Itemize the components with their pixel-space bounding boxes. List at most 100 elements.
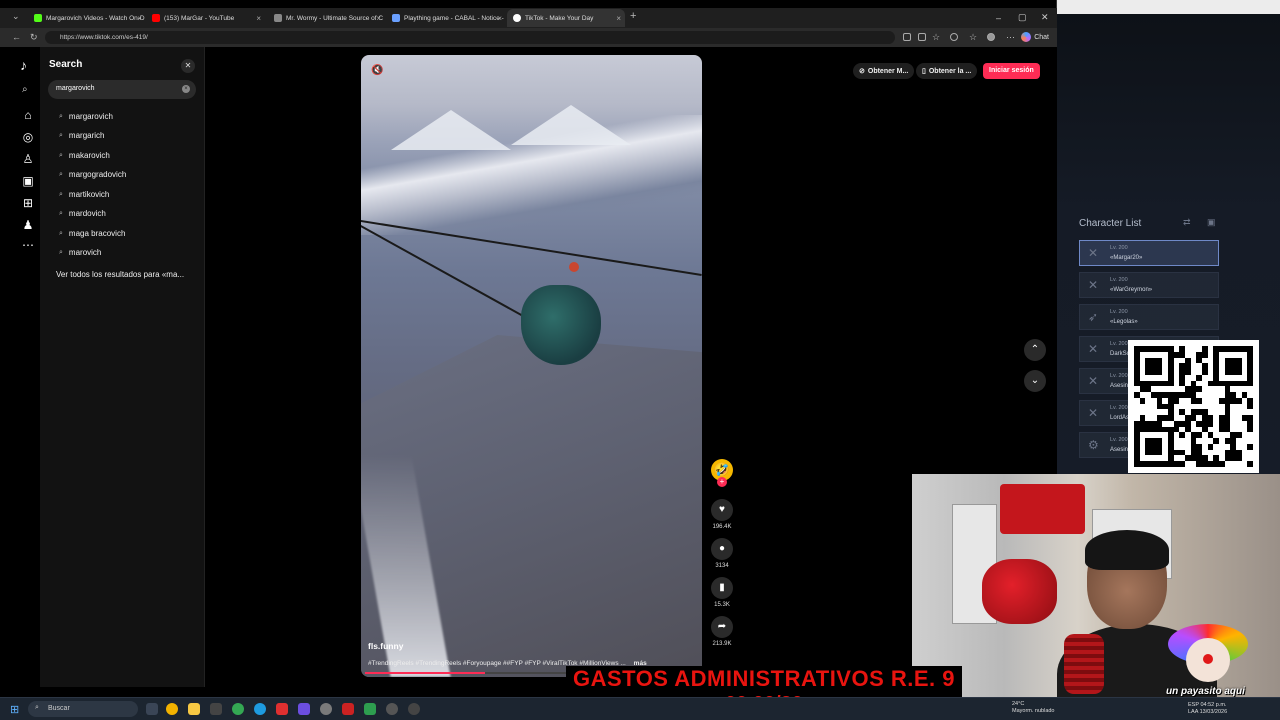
address-field[interactable]: https://www.tiktok.com/es-419/ <box>45 31 895 44</box>
follow-plus-icon[interactable]: + <box>717 477 727 487</box>
swap-icon[interactable]: ⇄ <box>1183 217 1191 228</box>
suggestion-item[interactable]: ⌕ mardovich <box>59 209 106 218</box>
save-button[interactable]: ▮ 15.3K <box>709 577 735 608</box>
store-icon[interactable] <box>210 703 222 715</box>
chat-label: Chat <box>1034 33 1049 41</box>
close-tab-icon[interactable]: × <box>256 14 261 23</box>
tiktok-logo-icon[interactable]: ♪ <box>20 57 27 73</box>
lock-icon[interactable]: ▣ <box>1207 217 1216 228</box>
more-menu-icon[interactable]: ⋯ <box>1006 32 1015 43</box>
goal-title: GASTOS ADMINISTRATIVOS R.E. 9 <box>572 666 956 691</box>
home-icon[interactable]: ⌂ <box>21 108 35 122</box>
search-icon[interactable]: ⌕ <box>22 84 28 95</box>
character-slot[interactable]: ✕ Lv. 200 «Margar20» <box>1079 240 1219 266</box>
copilot-chat-button[interactable]: Chat <box>1021 32 1049 42</box>
app-icon[interactable] <box>342 703 354 715</box>
close-tab-icon[interactable]: × <box>497 14 502 23</box>
suggestion-item[interactable]: ⌕ maga bracovich <box>59 229 125 238</box>
next-video-button[interactable]: ⌄ <box>1024 370 1046 392</box>
weather-widget[interactable]: 24°C Mayorm. nublado <box>1012 701 1055 715</box>
tab-cabal[interactable]: Plaything game - CABAL - Notice - × <box>386 9 506 27</box>
suggestion-item[interactable]: ⌕ martikovich <box>59 190 109 199</box>
taskbar-search[interactable]: ⌕ Buscar <box>28 701 138 717</box>
app-icon[interactable] <box>320 703 332 715</box>
video-player[interactable]: 🔇 fls.funny #TrendingReels #TrendingReel… <box>361 55 702 677</box>
discord-icon[interactable] <box>298 703 310 715</box>
favorite-star-icon[interactable]: ☆ <box>932 32 940 43</box>
read-aloud-icon[interactable] <box>918 33 926 41</box>
see-all-results-link[interactable]: Ver todos los resultados para «ma... <box>56 270 184 279</box>
explore-icon[interactable]: ◎ <box>21 130 35 144</box>
tab-youtube[interactable]: (153) MarGar - YouTube × <box>146 9 265 27</box>
share-button[interactable]: ➦ 213.9K <box>709 616 735 647</box>
obs-icon[interactable] <box>386 703 398 715</box>
upload-icon[interactable]: ⊞ <box>21 196 35 210</box>
app-icon[interactable] <box>408 703 420 715</box>
class-icon: ✕ <box>1088 374 1099 388</box>
profile-icon[interactable] <box>987 33 995 41</box>
extension-icon[interactable] <box>903 33 911 41</box>
previous-video-button[interactable]: ⌃ <box>1024 339 1046 361</box>
get-app-button[interactable]: ⊘ Obtener M... <box>853 63 915 79</box>
split-screen-icon[interactable] <box>950 33 958 41</box>
reload-icon[interactable]: ↻ <box>30 32 38 43</box>
app-icon[interactable] <box>166 703 178 715</box>
chrome-icon[interactable] <box>232 703 244 715</box>
heart-icon: ♥ <box>711 499 733 521</box>
get-desktop-app-button[interactable]: ▯ Obtener la ... <box>916 63 978 79</box>
close-window-icon[interactable]: ✕ <box>1041 12 1049 23</box>
close-icon[interactable]: ✕ <box>181 59 195 73</box>
tab-menu-icon[interactable]: ⌄ <box>12 11 20 22</box>
windows-start-icon[interactable]: ⊞ <box>10 703 19 716</box>
comment-button[interactable]: ● 3134 <box>709 538 735 569</box>
task-view-icon[interactable] <box>146 703 158 715</box>
suggestion-item[interactable]: ⌕ margarovich <box>59 112 113 121</box>
minimize-icon[interactable]: – <box>996 13 1001 23</box>
file-explorer-icon[interactable] <box>188 703 200 715</box>
share-count: 213.9K <box>712 641 732 647</box>
like-button[interactable]: ♥ 196.4K <box>709 499 735 530</box>
search-panel-title: Search <box>49 59 83 70</box>
close-tab-icon[interactable]: × <box>376 14 381 23</box>
suggestion-item[interactable]: ⌕ margarich <box>59 131 105 140</box>
suggestion-label: martikovich <box>68 190 110 199</box>
search-input[interactable]: margarovich × <box>48 80 196 99</box>
get-app-label: Obtener M... <box>867 67 909 75</box>
live-icon[interactable]: ▣ <box>21 174 35 188</box>
login-button[interactable]: Iniciar sesión <box>983 63 1040 79</box>
suggestion-label: maga bracovich <box>68 229 126 238</box>
suggestion-item[interactable]: ⌕ marovich <box>59 248 101 257</box>
following-icon[interactable]: ♙ <box>21 152 35 166</box>
new-tab-icon[interactable]: + <box>630 10 636 22</box>
favorites-icon[interactable]: ☆ <box>969 32 977 43</box>
character-slot[interactable]: ✕ Lv. 200 «WarGreymon» <box>1079 272 1219 298</box>
character-slot[interactable]: ➶ Lv. 200 «Legolas» <box>1079 304 1219 330</box>
tab-wormy[interactable]: Mr. Wormy - Ultimate Source of C × <box>268 9 385 27</box>
tiktok-page: ♪ ⌕ ⌂ ◎ ♙ ▣ ⊞ ♟ ⋯ Search ✕ margarovich ×… <box>0 47 1057 697</box>
suggestion-item[interactable]: ⌕ margogradovich <box>59 170 126 179</box>
tab-margarovich[interactable]: Margarovich Videos - Watch On-D × <box>28 9 146 27</box>
class-icon: ✕ <box>1088 278 1099 292</box>
close-tab-icon[interactable]: × <box>616 14 621 23</box>
system-tray-clock[interactable]: ESP 04:52 p.m. LAA 13/03/2026 <box>1188 702 1227 716</box>
clear-search-icon[interactable]: × <box>182 85 190 93</box>
edge-icon[interactable] <box>254 703 266 715</box>
suggestion-item[interactable]: ⌕ makarovich <box>59 151 110 160</box>
app-icon[interactable] <box>364 703 376 715</box>
share-icon: ➦ <box>711 616 733 638</box>
app-icon[interactable] <box>276 703 288 715</box>
suggestion-label: margogradovich <box>68 170 127 179</box>
suggestion-label: mardovich <box>68 209 106 218</box>
profile-icon[interactable]: ♟ <box>21 218 35 232</box>
video-author[interactable]: fls.funny <box>368 641 403 651</box>
mute-icon[interactable]: 🔇 <box>371 65 383 76</box>
maximize-icon[interactable]: ▢ <box>1018 12 1027 23</box>
char-level: Lv. 200 <box>1110 277 1128 283</box>
more-icon[interactable]: ⋯ <box>21 238 35 252</box>
tab-tiktok[interactable]: TikTok - Make Your Day × <box>507 9 625 27</box>
suggestion-label: margarovich <box>68 112 113 121</box>
back-icon[interactable]: ← <box>12 32 21 42</box>
red-container <box>1000 484 1085 534</box>
close-tab-icon[interactable]: × <box>137 14 142 23</box>
device-icon: ▯ <box>922 68 926 75</box>
